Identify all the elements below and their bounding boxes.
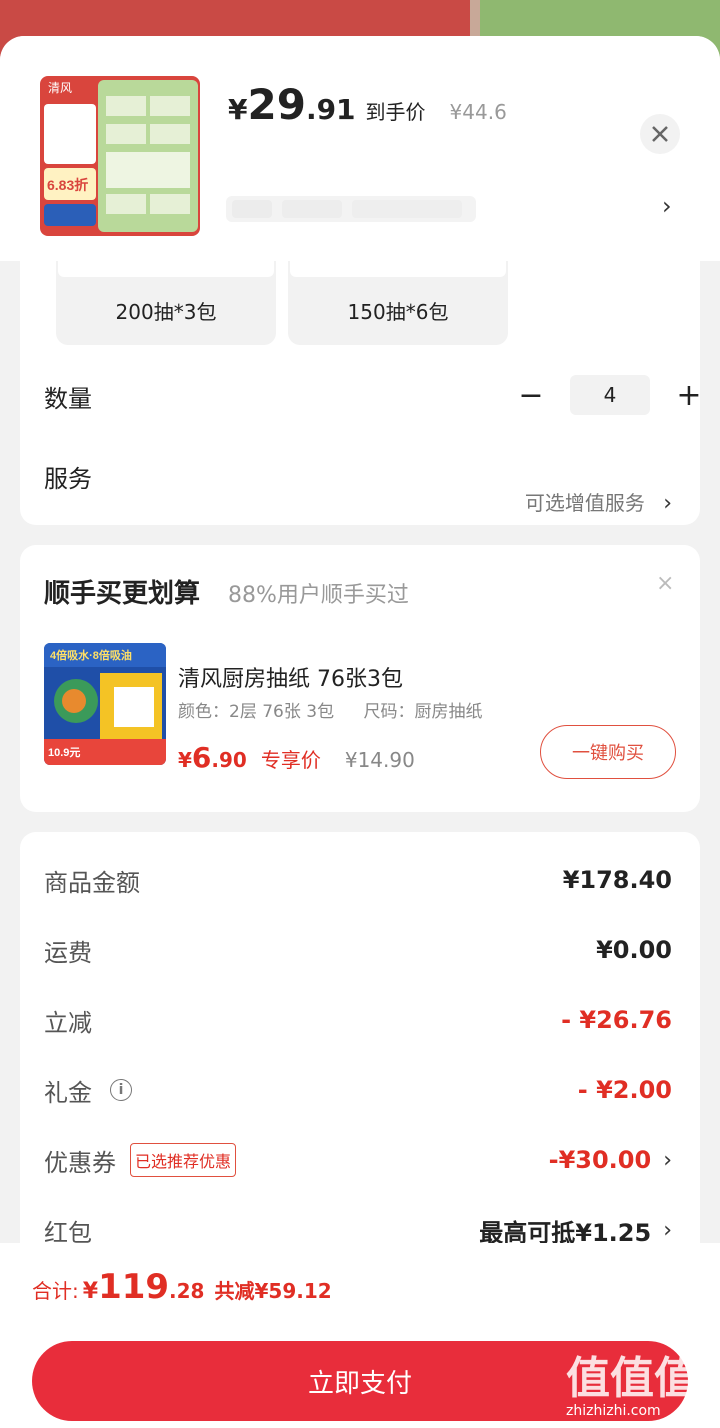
watermark: 值值值 zhizhizhi.com (566, 1345, 716, 1425)
thumb-badge-text: 6.83折 (47, 177, 88, 193)
total-integer: 119 (98, 1267, 170, 1307)
total-saved: 共减¥59.12 (214, 1279, 332, 1303)
summary-row-coupon[interactable]: 优惠券 已选推荐优惠 -¥30.00 › (44, 1140, 672, 1180)
addon-price: ¥ 6 .90 专享价 ¥14.90 (178, 741, 415, 774)
watermark-text: zhizhizhi.com (566, 1403, 661, 1419)
addon-image-badge: 10.9元 (48, 746, 80, 759)
summary-value: - ¥2.00 (577, 1076, 672, 1104)
price-label: 到手价 (365, 100, 426, 124)
spec-card: 200抽*3包 150抽*6包 数量 − 4 + 服务 可选增值服务 › (20, 261, 702, 525)
addon-price-decimal: .90 (211, 748, 247, 772)
chevron-right-icon: › (663, 1217, 672, 1243)
total-currency: ¥ (82, 1279, 99, 1304)
spec-option-label: 150抽*6包 (347, 300, 449, 324)
addon-original-price: ¥14.90 (344, 748, 415, 772)
checkout-bar: 合计: ¥ 119 .28 共减¥59.12 立即支付 值值值 zhizhizh… (0, 1243, 720, 1428)
summary-label: 商品金额 (44, 868, 140, 897)
addon-product-name[interactable]: 清风厨房抽纸 76张3包 (178, 661, 403, 693)
chevron-right-icon[interactable]: › (662, 192, 672, 220)
quantity-stepper: − 4 + (516, 375, 704, 415)
coupon-label: 优惠券 (44, 1148, 116, 1177)
order-summary: 商品金额 ¥178.40 运费 ¥0.00 立减 - ¥26.76 礼金 i -… (20, 832, 700, 1272)
addon-size-attr: 尺码：厨房抽纸 (363, 702, 483, 722)
spec-option-label: 200抽*3包 (115, 300, 217, 324)
price-line: ¥ 29 .91 到手价 ¥44.6 (228, 80, 507, 129)
addon-attributes: 颜色：2层 76张 3包 尺码：厨房抽纸 (178, 697, 506, 722)
product-thumbnail[interactable]: 清风 6.83折 (40, 76, 200, 236)
addon-card: 顺手买更划算 88%用户顺手买过 × 4倍吸水·8倍吸油 10.9元 清风厨房抽… (20, 545, 700, 812)
summary-row-gift-money: 礼金 i - ¥2.00 (44, 1070, 672, 1110)
gift-money-label: 礼金 (44, 1078, 92, 1107)
selected-spec-blurred[interactable] (226, 188, 476, 228)
service-value: 可选增值服务 (524, 491, 645, 515)
summary-row-instant-discount: 立减 - ¥26.76 (44, 1000, 672, 1040)
addon-price-integer: 6 (191, 741, 212, 774)
price-integer: 29 (247, 80, 306, 129)
addon-image-text: 4倍吸水·8倍吸油 (50, 648, 132, 662)
total-decimal: .28 (169, 1279, 205, 1303)
addon-subtitle: 88%用户顺手买过 (228, 583, 409, 608)
option-image-edge (290, 261, 506, 277)
quantity-label: 数量 (44, 385, 92, 413)
total-label: 合计: (32, 1279, 79, 1303)
summary-label: 礼金 i (44, 1073, 132, 1108)
total-line: 合计: ¥ 119 .28 共减¥59.12 (32, 1267, 332, 1307)
watermark-logo: 值值值 (566, 1353, 698, 1404)
price-currency: ¥ (228, 93, 248, 126)
summary-label: 优惠券 已选推荐优惠 (44, 1143, 237, 1178)
summary-row-shipping: 运费 ¥0.00 (44, 930, 672, 970)
watermark-logo-text: 值值值 (566, 1353, 698, 1404)
summary-value: ¥0.00 (596, 936, 672, 964)
close-button[interactable] (640, 114, 680, 154)
thumb-brand-text: 清风 (48, 81, 72, 95)
service-label: 服务 (44, 465, 92, 493)
summary-label: 立减 (44, 1008, 92, 1037)
coupon-recommended-tag: 已选推荐优惠 (130, 1143, 237, 1177)
minus-button[interactable]: − (516, 378, 546, 413)
checkout-sheet: 清风 6.83折 ¥ 29 .91 到手价 ¥44.6 › 200抽*3包 15… (0, 36, 720, 1428)
addon-title: 顺手买更划算 (44, 579, 201, 609)
summary-row-goods-amount: 商品金额 ¥178.40 (44, 860, 672, 900)
addon-product-image[interactable]: 4倍吸水·8倍吸油 10.9元 (44, 643, 166, 765)
product-header: 清风 6.83折 ¥ 29 .91 到手价 ¥44.6 › (0, 36, 720, 261)
addon-price-tag: 专享价 (260, 748, 321, 772)
summary-value: - ¥26.76 (561, 1006, 672, 1034)
option-image-edge (58, 261, 274, 277)
summary-label: 运费 (44, 938, 92, 967)
chevron-right-icon: › (663, 491, 672, 516)
summary-value: -¥30.00 (548, 1146, 652, 1174)
info-icon[interactable]: i (110, 1079, 132, 1101)
addon-price-currency: ¥ (178, 748, 192, 772)
addon-color-attr: 颜色：2层 76张 3包 (178, 702, 335, 722)
quantity-input[interactable]: 4 (570, 375, 650, 415)
spec-option[interactable]: 200抽*3包 (56, 261, 276, 345)
price-decimal: .91 (305, 93, 356, 126)
one-click-buy-button[interactable]: 一键购买 (540, 725, 676, 779)
chevron-right-icon: › (663, 1147, 672, 1173)
close-icon (652, 126, 668, 142)
addon-close-icon[interactable]: × (656, 571, 674, 596)
spec-option[interactable]: 150抽*6包 (288, 261, 508, 345)
service-selector[interactable]: 可选增值服务 › (525, 487, 672, 516)
original-price: ¥44.6 (449, 100, 507, 124)
summary-value: ¥178.40 (562, 866, 672, 894)
plus-button[interactable]: + (674, 378, 704, 413)
